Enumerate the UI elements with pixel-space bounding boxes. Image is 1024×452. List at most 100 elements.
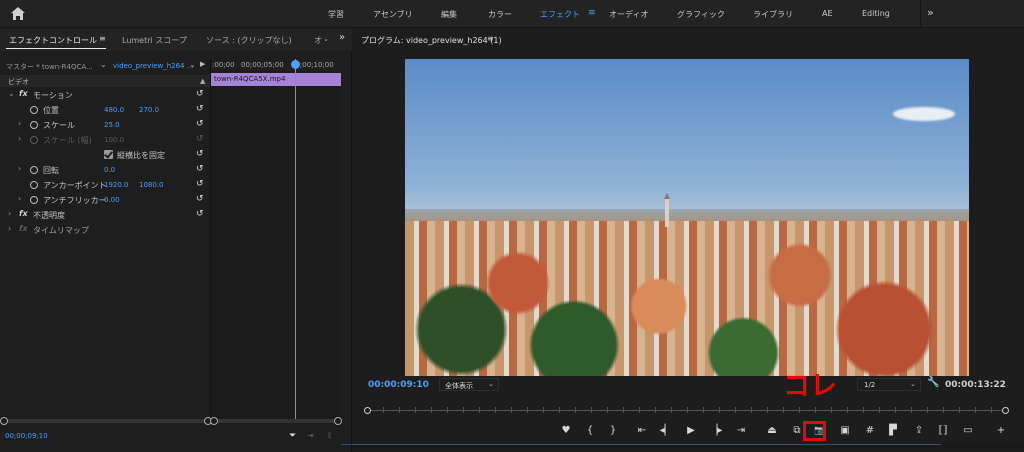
- tab-source[interactable]: ソース : (クリップなし): [206, 35, 292, 46]
- reset-icon[interactable]: ↺: [196, 194, 204, 204]
- timeline-zoom-scrollbar[interactable]: [210, 417, 342, 425]
- stopwatch-icon[interactable]: [30, 166, 38, 174]
- chevron-right-icon[interactable]: ›: [8, 209, 11, 218]
- chevron-right-icon[interactable]: ›: [18, 194, 21, 203]
- stopwatch-icon[interactable]: [30, 121, 38, 129]
- effect-controls-timecode[interactable]: 00;00;09;10: [5, 432, 48, 440]
- home-icon[interactable]: [10, 6, 26, 22]
- anti-flicker-value[interactable]: 0.00: [104, 196, 120, 204]
- workspace-editing[interactable]: Editing: [862, 9, 890, 18]
- zoom-handle-right[interactable]: [1002, 407, 1009, 414]
- program-time-ruler[interactable]: [364, 405, 1019, 415]
- program-monitor-title[interactable]: プログラム: video_preview_h264 (1): [361, 35, 502, 46]
- vr-icon[interactable]: ⟦⟧: [935, 423, 951, 439]
- effect-controls-timeline[interactable]: :00;00 00;00;05;00 00;00;10;00 town-R4QC…: [210, 59, 341, 419]
- timeline-edge: [341, 444, 941, 445]
- anchor-y-value[interactable]: 1080.0: [139, 181, 164, 189]
- workspace-ae[interactable]: AE: [822, 9, 833, 18]
- mark-out-icon[interactable]: }: [605, 423, 621, 439]
- scale-value[interactable]: 25.0: [104, 121, 120, 129]
- mark-in-icon[interactable]: {: [582, 423, 598, 439]
- panel-menu-icon[interactable]: ≡: [99, 34, 106, 43]
- reset-icon[interactable]: ↺: [196, 89, 204, 99]
- mini-clip-bar[interactable]: town-R4QCA5X.mp4: [211, 73, 341, 86]
- workspace-overflow-icon[interactable]: »: [927, 6, 934, 19]
- ruler-tick: [431, 407, 432, 413]
- stopwatch-icon[interactable]: [30, 181, 38, 189]
- collapse-up-icon[interactable]: ▲: [200, 77, 205, 85]
- rotation-value[interactable]: 0.0: [104, 166, 115, 174]
- workspace-color[interactable]: カラー: [488, 9, 512, 20]
- ruler-tick: [943, 407, 944, 413]
- uniform-scale-checkbox[interactable]: [104, 150, 113, 159]
- mini-time-ruler[interactable]: :00;00 00;00;05;00 00;00;10;00: [211, 59, 341, 71]
- filter-icon[interactable]: ⏷: [289, 431, 296, 441]
- reset-icon[interactable]: ↺: [196, 149, 204, 159]
- master-clip-selector[interactable]: マスター * town-R4QCA... ⌄ video_preview_h26…: [0, 59, 210, 73]
- chevron-right-icon[interactable]: ›: [18, 164, 21, 173]
- step-forward-icon[interactable]: ▕▸: [708, 423, 724, 439]
- chevron-right-icon[interactable]: ›: [8, 224, 11, 233]
- workspace-menu-icon[interactable]: ≡: [588, 8, 596, 18]
- workspace-libraries[interactable]: ライブラリ: [753, 9, 793, 20]
- button-editor-icon[interactable]: +: [993, 423, 1009, 439]
- workspace-assembly[interactable]: アセンブリ: [373, 9, 413, 20]
- proxy-icon[interactable]: ▛: [885, 423, 901, 439]
- chevron-right-icon[interactable]: ›: [18, 119, 21, 128]
- zoom-handle-left[interactable]: [364, 407, 371, 414]
- playback-resolution-select[interactable]: 1/2 ⌄: [857, 378, 921, 391]
- safe-margins-icon[interactable]: #: [862, 423, 878, 439]
- workspace-audio[interactable]: オーディオ: [609, 9, 648, 20]
- clip-label[interactable]: video_preview_h264 ...: [113, 62, 193, 70]
- zoom-level-select[interactable]: 全体表示 ⌄: [439, 378, 499, 391]
- anchor-x-value[interactable]: 1920.0: [104, 181, 129, 189]
- play-icon[interactable]: ▶: [683, 423, 699, 439]
- chevron-down-icon[interactable]: ⌄: [100, 60, 107, 69]
- position-y-value[interactable]: 270.0: [139, 106, 159, 114]
- playhead-timecode[interactable]: 00:00:09:10: [368, 380, 429, 390]
- tab-overflow[interactable]: オ・: [314, 35, 330, 46]
- cloud: [893, 107, 955, 121]
- stopwatch-icon[interactable]: [30, 106, 38, 114]
- effect-motion[interactable]: ⌄ fx モーション ↺: [0, 88, 210, 102]
- chevron-down-icon[interactable]: ⌄: [189, 60, 196, 69]
- play-clip-icon[interactable]: ▶: [200, 60, 205, 68]
- go-to-out-icon[interactable]: ⇥: [733, 423, 749, 439]
- effect-time-remap[interactable]: › fx タイムリマップ: [0, 223, 210, 237]
- panel-menu-icon[interactable]: ≡: [487, 34, 494, 43]
- reset-icon[interactable]: ↺: [196, 119, 204, 129]
- stopwatch-icon[interactable]: [30, 196, 38, 204]
- chevron-down-icon[interactable]: ⌄: [8, 89, 15, 98]
- comparison-view-icon[interactable]: ▣: [837, 423, 853, 439]
- master-label[interactable]: マスター * town-R4QCA...: [6, 62, 93, 72]
- add-marker-icon[interactable]: ♥: [558, 423, 574, 439]
- program-video-frame[interactable]: [405, 59, 969, 376]
- share-icon[interactable]: ⇪: [911, 423, 927, 439]
- fx-icon[interactable]: fx: [19, 89, 28, 98]
- workspace-edit[interactable]: 編集: [441, 9, 457, 20]
- fullscreen-icon[interactable]: ▭: [960, 423, 976, 439]
- position-x-value[interactable]: 480.0: [104, 106, 124, 114]
- effect-opacity[interactable]: › fx 不透明度 ↺: [0, 208, 210, 222]
- ruler-tick: [959, 407, 960, 413]
- go-to-in-icon[interactable]: ⇤: [634, 423, 650, 439]
- panel-overflow-icon[interactable]: »: [339, 32, 345, 43]
- reset-icon[interactable]: ↺: [196, 179, 204, 189]
- workspace-graphics[interactable]: グラフィック: [677, 9, 725, 20]
- lift-icon[interactable]: ⏏: [764, 423, 780, 439]
- workspace-learn[interactable]: 学習: [328, 9, 344, 20]
- workspace-effects[interactable]: エフェクト: [540, 9, 580, 20]
- ruler-tick: [767, 407, 768, 413]
- ruler-tick: [447, 407, 448, 413]
- tab-lumetri-scopes[interactable]: Lumetri スコープ: [122, 35, 187, 46]
- tab-effect-controls[interactable]: エフェクトコントロール: [9, 35, 97, 46]
- horizontal-scrollbar[interactable]: [0, 417, 212, 425]
- active-tab-underline: [6, 48, 106, 49]
- reset-icon[interactable]: ↺: [196, 164, 204, 174]
- wrench-icon[interactable]: 🔧: [927, 377, 939, 388]
- playhead[interactable]: [291, 59, 300, 419]
- reset-icon[interactable]: ↺: [196, 104, 204, 114]
- fx-icon[interactable]: fx: [19, 209, 28, 218]
- reset-icon[interactable]: ↺: [196, 209, 204, 219]
- step-back-icon[interactable]: ◂▏: [658, 423, 674, 439]
